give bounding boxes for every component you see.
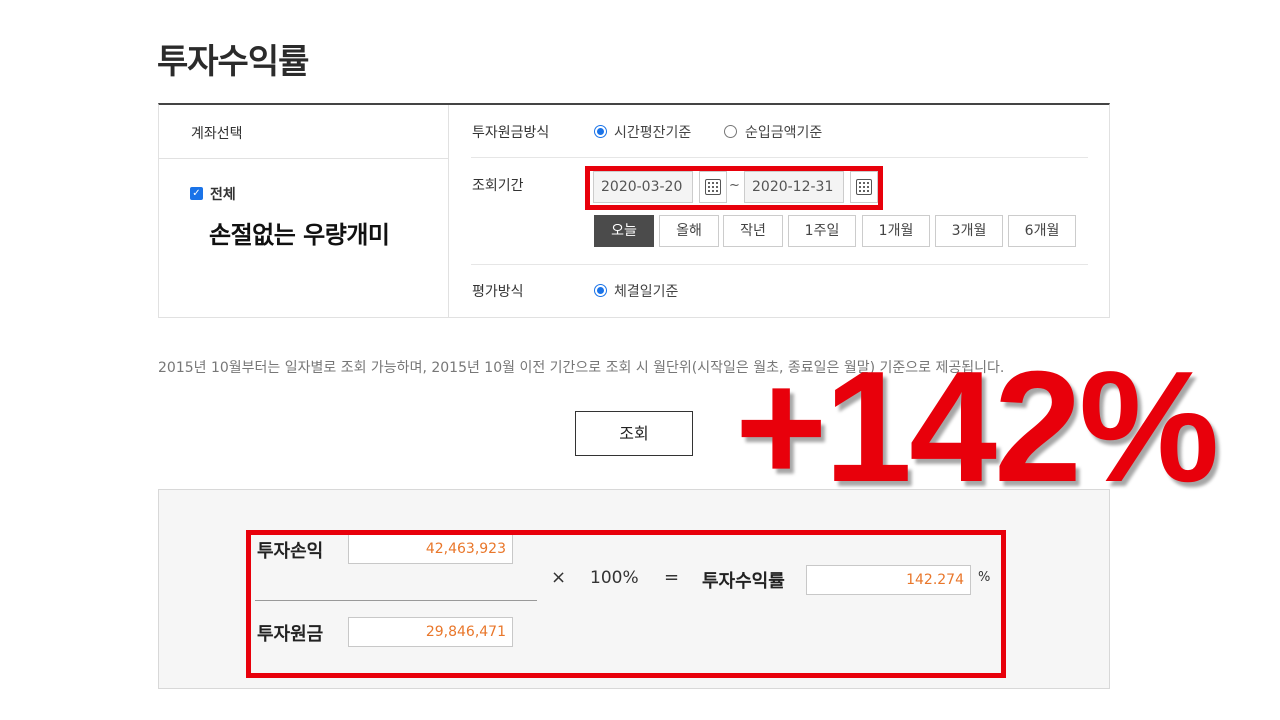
radio-time-weighted[interactable] [594,125,607,138]
page-title: 투자수익률 [157,42,309,82]
period-button-6months[interactable]: 6개월 [1008,215,1076,247]
radio-trade-date[interactable] [594,284,607,297]
radio-time-weighted-label[interactable]: 시간평잔기준 [614,122,691,142]
nickname-overlay-text: 손절없는 우량개미 [209,221,390,249]
period-label: 조회기간 [472,178,524,194]
row-divider [471,157,1088,158]
account-select-section: 계좌선택 ✓ 전체 손절없는 우량개미 [159,105,449,317]
all-accounts-label[interactable]: 전체 [210,184,236,204]
date-highlight-box [585,166,883,210]
radio-trade-date-label[interactable]: 체결일기준 [614,281,678,301]
all-accounts-checkbox[interactable]: ✓ [190,187,203,200]
period-button-3months[interactable]: 3개월 [935,215,1003,247]
period-button-this-year[interactable]: 올해 [659,215,719,247]
principal-method-label: 투자원금방식 [472,125,550,141]
account-section-title: 계좌선택 [191,126,243,142]
row-divider [471,264,1088,265]
radio-net-deposit[interactable] [724,125,737,138]
period-button-today[interactable]: 오늘 [594,215,654,247]
period-button-last-year[interactable]: 작년 [723,215,783,247]
period-button-1month[interactable]: 1개월 [862,215,930,247]
result-highlight-box [246,530,1006,678]
account-divider [159,158,448,159]
period-button-1week[interactable]: 1주일 [788,215,856,247]
radio-net-deposit-label[interactable]: 순입금액기준 [745,122,822,142]
search-button[interactable]: 조회 [575,411,693,456]
evaluation-method-label: 평가방식 [472,284,524,300]
return-overlay-text: +142% [735,339,1219,515]
